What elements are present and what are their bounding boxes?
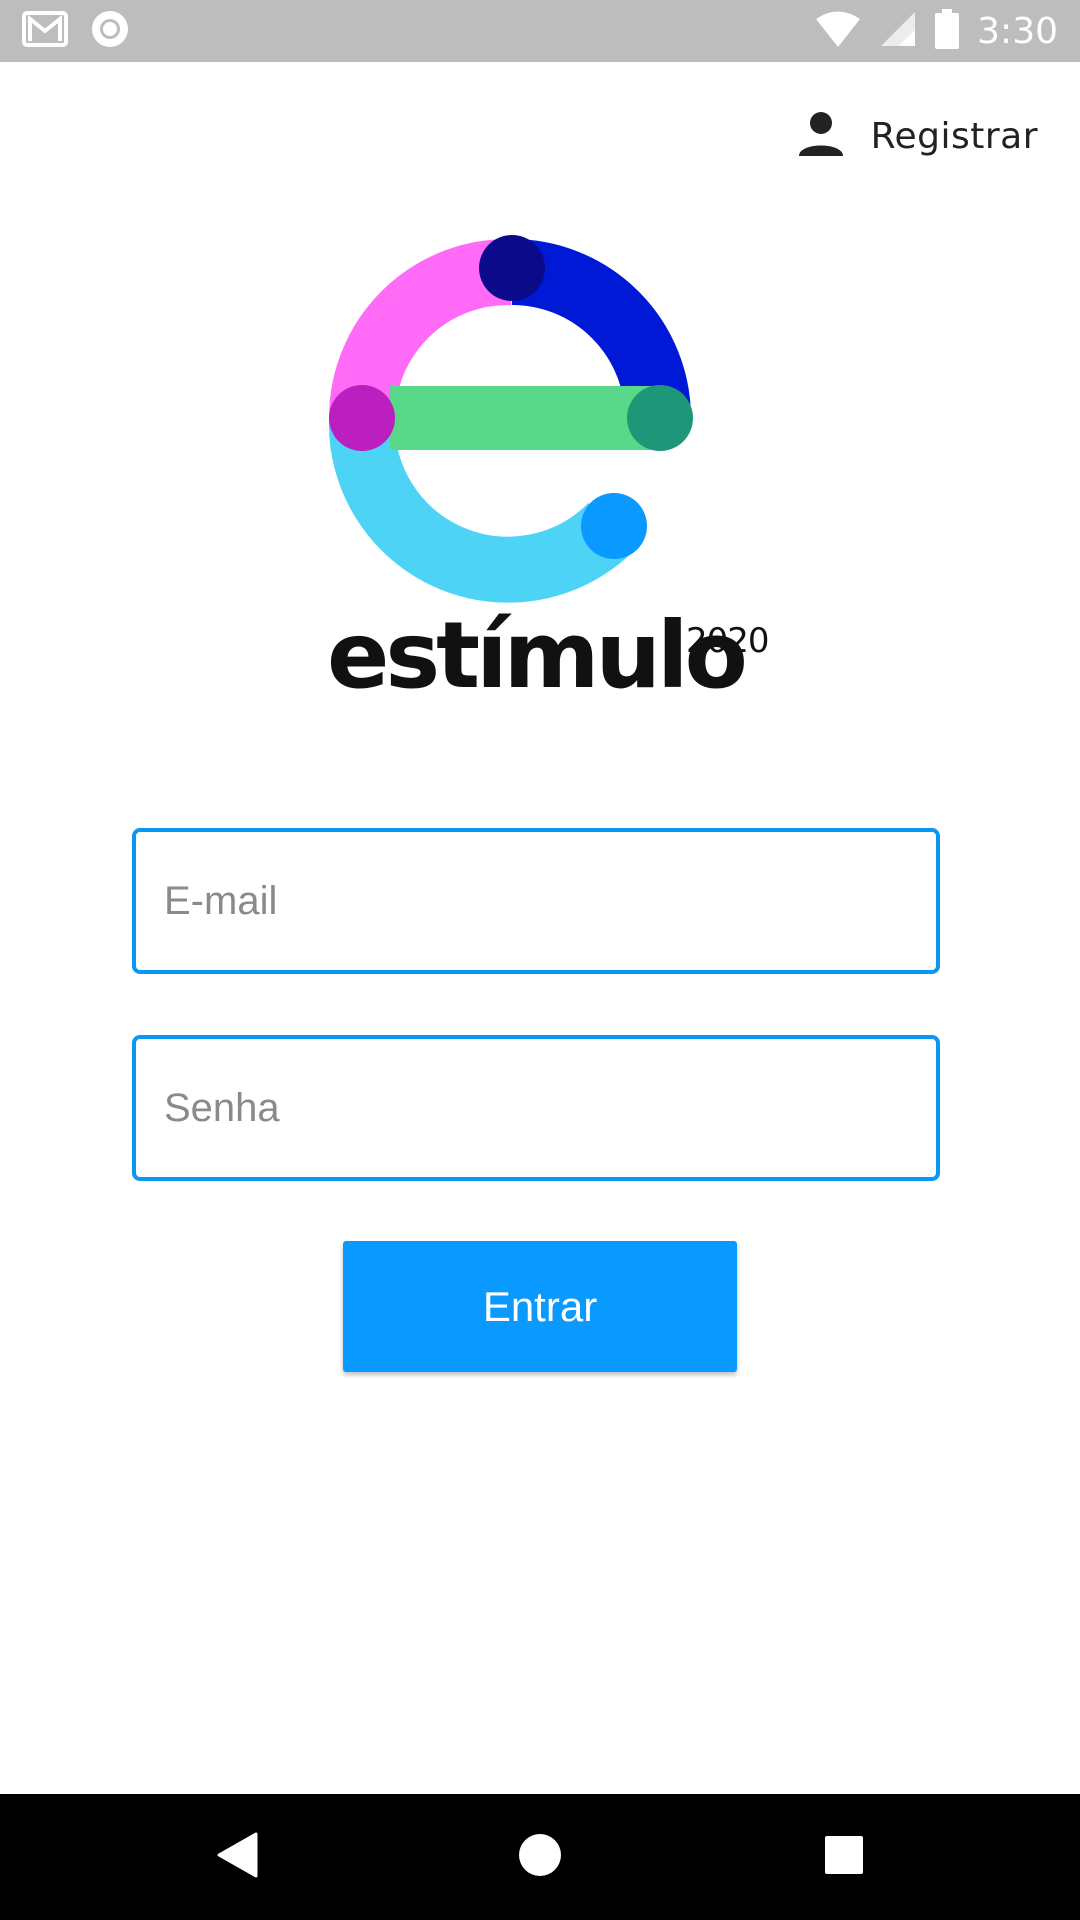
back-button[interactable] [202,1822,272,1892]
record-icon [90,9,130,54]
person-icon [797,110,845,163]
status-time: 3:30 [977,10,1058,52]
logo-year: 2020 [686,621,770,661]
gmail-icon [22,9,68,54]
wifi-icon [815,10,861,53]
password-input[interactable] [136,1039,936,1177]
email-field[interactable] [132,828,940,974]
password-field[interactable] [132,1035,940,1181]
logo-wordmark: estímulo [327,602,748,709]
email-input[interactable] [136,832,936,970]
home-button[interactable] [505,1822,575,1892]
back-icon [216,1832,258,1883]
login-button[interactable]: Entrar [343,1241,737,1372]
navigation-bar [0,1794,1080,1920]
register-link[interactable]: Registrar [797,104,1038,168]
status-bar-system: 3:30 [815,8,1058,54]
home-icon [518,1833,562,1882]
recents-icon [824,1835,864,1880]
logo-mark [328,235,693,603]
signal-icon [879,10,917,53]
battery-icon [935,8,960,54]
status-bar: 3:30 [0,0,1080,62]
recents-button[interactable] [809,1822,879,1892]
status-bar-notifications [22,10,130,52]
register-label: Registrar [870,115,1038,157]
